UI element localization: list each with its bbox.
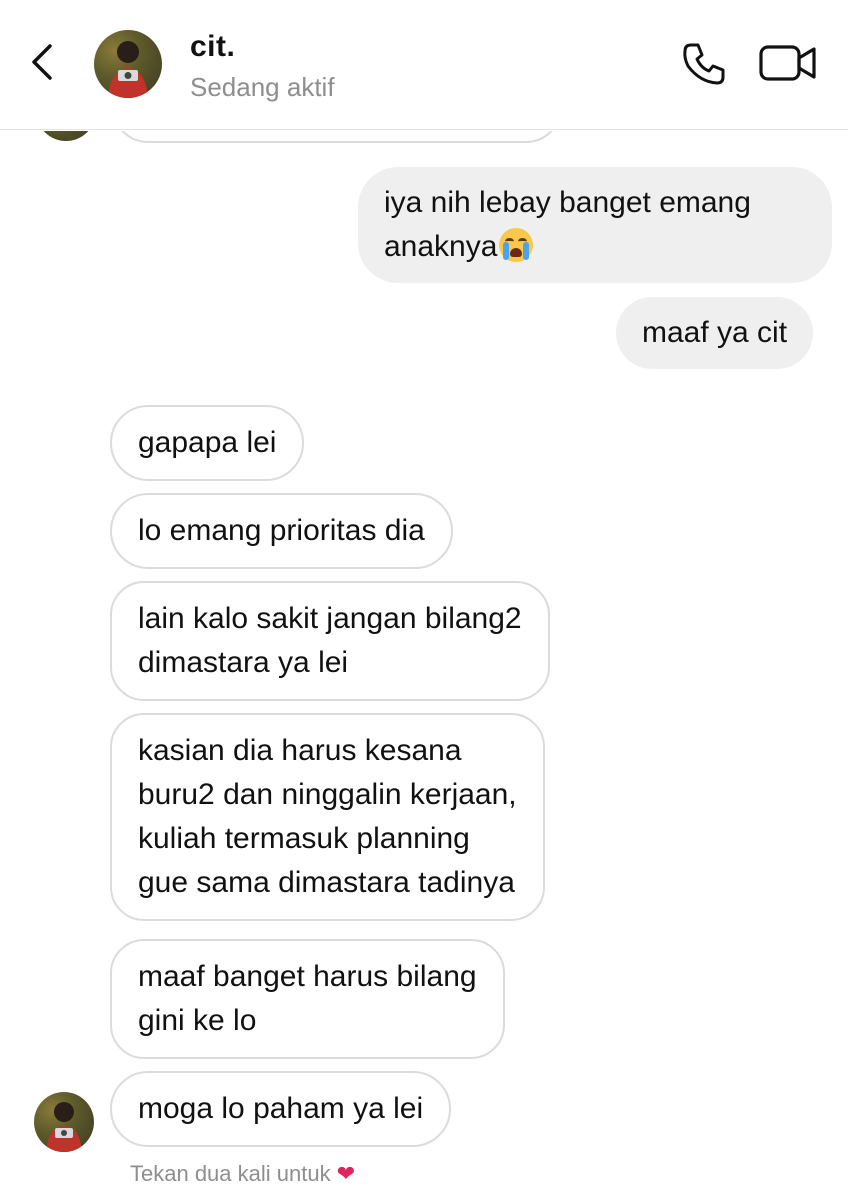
message-line: dimastara ya lei [138,646,349,679]
message-line: kuliah termasuk planning [138,822,470,855]
message-line: kasian dia harus kesana [138,734,462,767]
contact-avatar-small [36,131,96,141]
chat-header: cit. Sedang aktif [0,0,848,130]
message-text: lo emang prioritas dia [138,514,425,547]
their-message[interactable]: lo emang prioritas dia [110,493,453,569]
their-message[interactable]: maaf banget harus bilang gini ke lo [110,939,505,1059]
contact-name[interactable]: cit. [190,30,235,64]
message-text: gapapa lei [138,426,277,459]
message-thread[interactable]: iya nih lebay banget emang anaknya maaf … [0,131,848,1200]
chevron-left-icon [32,44,52,80]
message-bubble-partial[interactable] [112,131,562,143]
their-message[interactable]: moga lo paham ya lei [110,1071,452,1147]
contact-avatar[interactable] [94,30,162,98]
active-status: Sedang aktif [190,72,335,102]
video-camera-icon [759,45,816,81]
phone-icon [683,43,725,85]
message-line: gini ke lo [138,1004,257,1037]
hint-text: Tekan dua kali untuk [130,1161,331,1186]
avatar-photo [46,1102,82,1152]
message-line: maaf banget harus bilang [138,960,477,993]
message-line: gue sama dimastara tadinya [138,866,515,899]
their-message[interactable]: kasian dia harus kesana buru2 dan ningga… [110,713,545,921]
audio-call-button[interactable] [680,40,728,88]
avatar-photo [108,41,148,98]
video-call-button[interactable] [758,42,818,84]
their-message[interactable]: gapapa lei [110,405,305,481]
contact-avatar-small[interactable] [34,1092,94,1152]
their-message[interactable]: lain kalo sakit jangan bilang2 dimastara… [110,581,550,701]
message-text: anaknya [384,230,498,263]
heart-icon: ❤ [336,1161,356,1186]
double-tap-hint: Tekan dua kali untuk ❤ [130,1161,355,1187]
message-line: lain kalo sakit jangan bilang2 [138,602,522,635]
message-line: buru2 dan ninggalin kerjaan, [138,778,517,811]
my-message[interactable]: maaf ya cit [616,297,814,369]
message-text: moga lo paham ya lei [138,1092,424,1125]
loudly-crying-face-emoji [499,228,534,262]
message-text: iya nih lebay banget emang [384,186,751,219]
message-text: maaf ya cit [642,316,788,349]
back-button[interactable] [22,40,66,84]
my-message[interactable]: iya nih lebay banget emang anaknya [358,167,832,283]
